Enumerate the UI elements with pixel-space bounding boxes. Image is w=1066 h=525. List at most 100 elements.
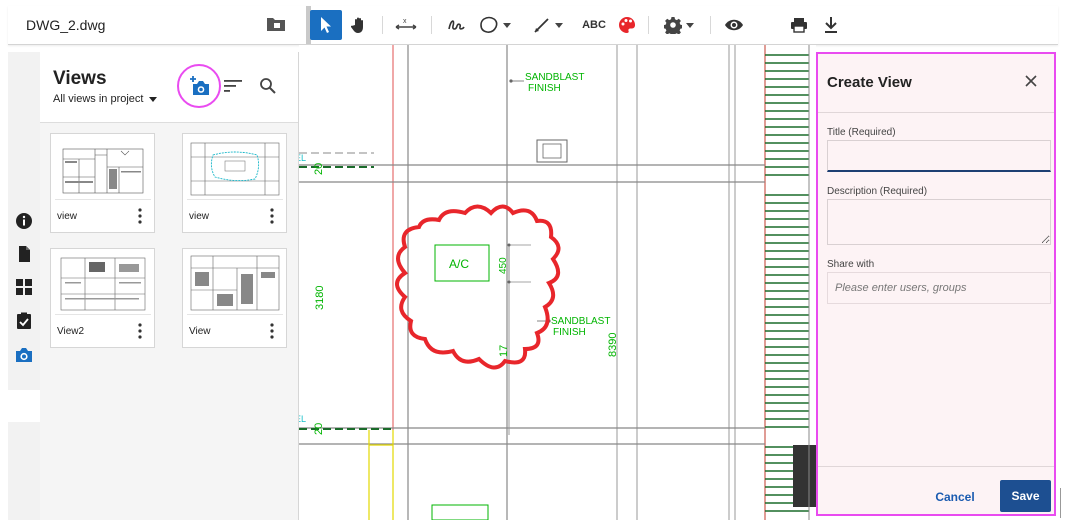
color-tool-button[interactable] <box>614 10 640 40</box>
views-filter-dropdown[interactable]: All views in project <box>53 93 158 105</box>
text-tool-label: ABC <box>582 19 606 31</box>
add-camera-icon <box>190 76 209 95</box>
cad-label: EL <box>299 414 306 424</box>
views-grid: view view View2 View <box>40 123 298 520</box>
view-card[interactable]: view <box>50 133 155 233</box>
print-tool-button[interactable] <box>786 10 812 40</box>
toolbar-divider <box>431 16 432 34</box>
dimension-label: 8390 <box>607 333 619 357</box>
chevron-down-icon <box>149 96 158 102</box>
title-field-label: Title (Required) <box>827 127 896 138</box>
dimension-lines <box>507 79 551 323</box>
header-divider <box>818 112 1054 113</box>
freehand-icon <box>448 20 465 30</box>
palette-icon <box>619 16 636 33</box>
footer-divider <box>818 466 1054 467</box>
svg-text:x: x <box>403 18 407 25</box>
view-thumbnail <box>55 137 151 200</box>
cad-labels: SANDBLAST FINISH SANDBLAST FINISH A/C 45… <box>313 72 619 435</box>
rail-active-indicator <box>8 390 40 422</box>
eye-icon <box>725 19 743 31</box>
dimension-label: 450 <box>498 257 509 274</box>
share-input[interactable] <box>827 272 1051 304</box>
toolbar-divider <box>648 16 649 34</box>
dimension-label: 17 <box>498 345 510 357</box>
view-card-label: view <box>57 211 78 222</box>
toolbar-divider <box>382 16 383 34</box>
settings-tool-button[interactable] <box>658 10 700 40</box>
more-options-icon[interactable] <box>138 208 142 224</box>
left-rail <box>8 52 41 520</box>
top-toolbar: DWG_2.dwg x ABC <box>8 6 1058 45</box>
save-button[interactable]: Save <box>1000 480 1051 512</box>
view-tool-button[interactable] <box>720 10 748 40</box>
cancel-button[interactable]: Cancel <box>926 483 984 511</box>
view-thumbnail <box>55 252 151 315</box>
measure-tool-button[interactable]: x <box>392 10 420 40</box>
views-header: Views All views in project <box>40 52 298 123</box>
create-view-title: Create View <box>827 74 912 91</box>
dimension-label: 20 <box>313 163 325 175</box>
view-thumbnail <box>187 137 283 200</box>
close-button[interactable] <box>1024 74 1038 88</box>
print-icon <box>791 18 807 33</box>
sort-icon <box>224 80 242 92</box>
select-tool-button[interactable] <box>310 10 342 40</box>
text-tool-button[interactable]: ABC <box>578 10 610 40</box>
hand-icon <box>351 17 363 33</box>
revision-cloud-markup[interactable] <box>395 204 561 370</box>
cad-label: FINISH <box>553 327 586 338</box>
more-options-icon[interactable] <box>270 208 274 224</box>
download-icon <box>825 17 837 33</box>
description-field-label: Description (Required) <box>827 186 928 197</box>
views-title: Views <box>53 68 107 89</box>
view-card-label: view <box>189 211 210 222</box>
line-icon <box>534 18 549 33</box>
cad-grid-lines <box>299 45 816 520</box>
chevron-down-icon <box>686 22 694 28</box>
close-icon <box>1025 75 1037 87</box>
view-thumbnail <box>187 252 283 315</box>
download-tool-button[interactable] <box>818 10 844 40</box>
views-panel: Views All views in project view view Vie… <box>40 52 299 520</box>
create-view-panel: Create View Title (Required) Description… <box>816 52 1056 516</box>
cloud-shape-icon <box>480 16 498 33</box>
ac-label: A/C <box>449 257 469 271</box>
dimension-label: 3180 <box>314 286 326 310</box>
chevron-down-icon <box>555 22 563 28</box>
view-card[interactable]: view <box>182 133 287 233</box>
title-input[interactable] <box>827 140 1051 172</box>
share-field-label: Share with <box>827 259 875 270</box>
measure-icon: x <box>395 18 417 30</box>
camera-icon[interactable] <box>15 347 33 365</box>
grid-icon[interactable] <box>15 278 33 296</box>
more-options-icon[interactable] <box>138 323 142 339</box>
view-card[interactable]: View <box>182 248 287 348</box>
drawing-canvas[interactable]: SANDBLAST FINISH SANDBLAST FINISH A/C 45… <box>299 45 816 520</box>
shape-tool-button[interactable] <box>474 10 516 40</box>
search-icon <box>260 78 276 94</box>
search-button[interactable] <box>259 77 277 95</box>
views-filter-label: All views in project <box>53 93 144 105</box>
freehand-tool-button[interactable] <box>443 10 469 40</box>
scrollbar-edge <box>1060 488 1061 518</box>
toolbar-divider <box>710 16 711 34</box>
document-icon[interactable] <box>15 245 33 263</box>
view-card-label: View2 <box>57 326 85 337</box>
checklist-icon[interactable] <box>15 312 33 330</box>
more-options-icon[interactable] <box>270 323 274 339</box>
file-name: DWG_2.dwg <box>26 17 106 33</box>
view-card-label: View <box>189 326 211 337</box>
description-input[interactable] <box>827 199 1051 245</box>
info-icon[interactable] <box>15 212 33 230</box>
create-view-button[interactable] <box>189 76 211 96</box>
folder-icon[interactable] <box>266 15 286 33</box>
pan-tool-button[interactable] <box>346 10 374 40</box>
view-card[interactable]: View2 <box>50 248 155 348</box>
gear-icon <box>664 17 682 34</box>
sort-button[interactable] <box>224 79 242 93</box>
line-tool-button[interactable] <box>528 10 568 40</box>
cad-label: SANDBLAST <box>551 316 610 327</box>
create-view-body: Create View Title (Required) Description… <box>818 54 1054 514</box>
cad-label: SANDBLAST <box>525 72 584 83</box>
